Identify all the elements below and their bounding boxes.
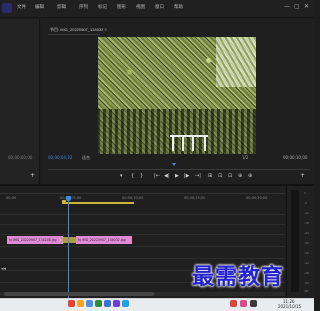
menu-edit[interactable]: 编辑: [35, 4, 44, 10]
taskbar-app-icon[interactable]: [122, 300, 129, 307]
menu-sequence[interactable]: 序列: [79, 4, 88, 10]
step-back-button[interactable]: ◀|: [164, 172, 170, 180]
taskbar-app-icon[interactable]: [113, 300, 120, 307]
duration-timecode: 00;00;10;00: [283, 155, 308, 160]
meter-scale-label: -48: [304, 271, 309, 275]
audio-meter-bar: [291, 190, 299, 292]
go-to-out-button[interactable]: →|: [195, 172, 201, 180]
tray-icon[interactable]: [240, 300, 247, 307]
program-timecode[interactable]: 00;00;04;22: [48, 155, 72, 160]
taskbar-app-icon[interactable]: [95, 300, 102, 307]
clip-label: fx IMG_20220907_134208.jpg: [9, 238, 57, 242]
meter-scale-label: -42: [304, 261, 309, 265]
menu-help[interactable]: 帮助: [174, 4, 183, 10]
comparison-view-button[interactable]: ⊕: [238, 172, 242, 180]
maximize-button[interactable]: ▢: [294, 3, 300, 10]
track-divider: [0, 214, 285, 215]
menu-window[interactable]: 窗口: [155, 4, 164, 10]
clip-label: fx IMG_20220907_134032.jpg: [78, 238, 126, 242]
tray-icon[interactable]: [230, 300, 237, 307]
timeline-clip[interactable]: fx IMG_20220907_134208.jpg: [7, 236, 63, 244]
program-monitor-title[interactable]: 节目: IMG_20220907_134032 ≡: [50, 27, 107, 33]
taskbar-app-icon[interactable]: [68, 300, 75, 307]
menu-graphics[interactable]: 图形: [117, 4, 126, 10]
program-add-button[interactable]: +: [300, 172, 305, 179]
extract-button[interactable]: ⊡: [218, 172, 222, 180]
step-forward-button[interactable]: |▶: [184, 172, 190, 180]
track-divider: [0, 224, 285, 225]
track-expand-icon[interactable]: ◂◂: [1, 266, 6, 272]
fit-dropdown[interactable]: 适合: [82, 155, 90, 161]
meter-scale-label: -12: [304, 211, 309, 215]
sky-area: [216, 37, 256, 87]
windows-taskbar: [0, 298, 314, 311]
meter-scale-label: -6: [304, 201, 307, 205]
ruler-label: 00;00: [6, 196, 17, 200]
video-preview[interactable]: [98, 37, 256, 154]
watermark-text: 最需教育: [192, 265, 285, 290]
close-button[interactable]: ✕: [304, 3, 309, 10]
menu-bar: 文件 编辑 剪辑 序列 标记 图形 视图 窗口 帮助 — ▢ ✕: [0, 0, 314, 18]
taskbar-app-icon[interactable]: [104, 300, 111, 307]
work-area-bar[interactable]: [62, 202, 134, 204]
program-playhead-icon[interactable]: [172, 163, 176, 166]
clock-date[interactable]: 2021/10/15: [278, 304, 301, 309]
timeline-clip[interactable]: fx IMG_20220907_134032.jpg: [76, 236, 132, 244]
menu-markers[interactable]: 标记: [98, 4, 107, 10]
vr-view-button[interactable]: ⊕: [248, 172, 252, 180]
mark-in-button[interactable]: {: [131, 172, 134, 180]
meter-scale-label: 0: [304, 191, 306, 195]
meter-scale-label: dB: [304, 289, 308, 293]
white-structure: [170, 135, 208, 151]
menu-view[interactable]: 视图: [136, 4, 145, 10]
ruler-label: 00;00;10;00: [122, 196, 144, 200]
app-logo-icon: [2, 3, 12, 13]
play-button[interactable]: ▶: [175, 172, 179, 180]
meter-scale-label: -36: [304, 251, 309, 255]
minimize-button[interactable]: —: [284, 3, 290, 10]
track-divider: [0, 234, 285, 235]
meter-scale-label: -54: [304, 281, 309, 285]
transition-marker[interactable]: [62, 237, 76, 243]
menu-clip[interactable]: 剪辑: [57, 4, 66, 10]
timeline-playhead-line: [68, 202, 69, 298]
add-marker-button[interactable]: ▾: [120, 172, 123, 180]
track-divider: [0, 246, 285, 247]
taskbar-app-icon[interactable]: [77, 300, 84, 307]
mark-out-button[interactable]: }: [140, 172, 143, 180]
window-controls: — ▢ ✕: [284, 3, 312, 13]
meter-scale-label: -24: [304, 231, 309, 235]
tray-icon[interactable]: [250, 300, 257, 307]
source-timecode: 00;00;00;00: [8, 155, 33, 160]
go-to-in-button[interactable]: |←: [154, 172, 160, 180]
export-frame-button[interactable]: ⊡: [228, 172, 232, 180]
transport-controls: ▾ { } |← ◀| ▶ |▶ →| ⊞ ⊡ ⊡ ⊕ ⊕: [120, 172, 260, 180]
ruler-label: 00;00;15;00: [184, 196, 206, 200]
meter-scale-label: -30: [304, 241, 309, 245]
ruler-label: 00;00;20;00: [246, 196, 268, 200]
tab-underline: [48, 34, 100, 35]
playback-resolution-dropdown[interactable]: 1/2: [242, 155, 248, 160]
lift-button[interactable]: ⊞: [208, 172, 212, 180]
timeline-scroll-thumb[interactable]: [4, 292, 154, 296]
taskbar-app-icon[interactable]: [86, 300, 93, 307]
menu-file[interactable]: 文件: [17, 4, 26, 10]
meter-scale-label: -18: [304, 221, 309, 225]
timeline-tab-bar: [0, 186, 285, 194]
program-scrub-bar[interactable]: [48, 164, 310, 170]
source-add-button[interactable]: +: [30, 172, 35, 179]
